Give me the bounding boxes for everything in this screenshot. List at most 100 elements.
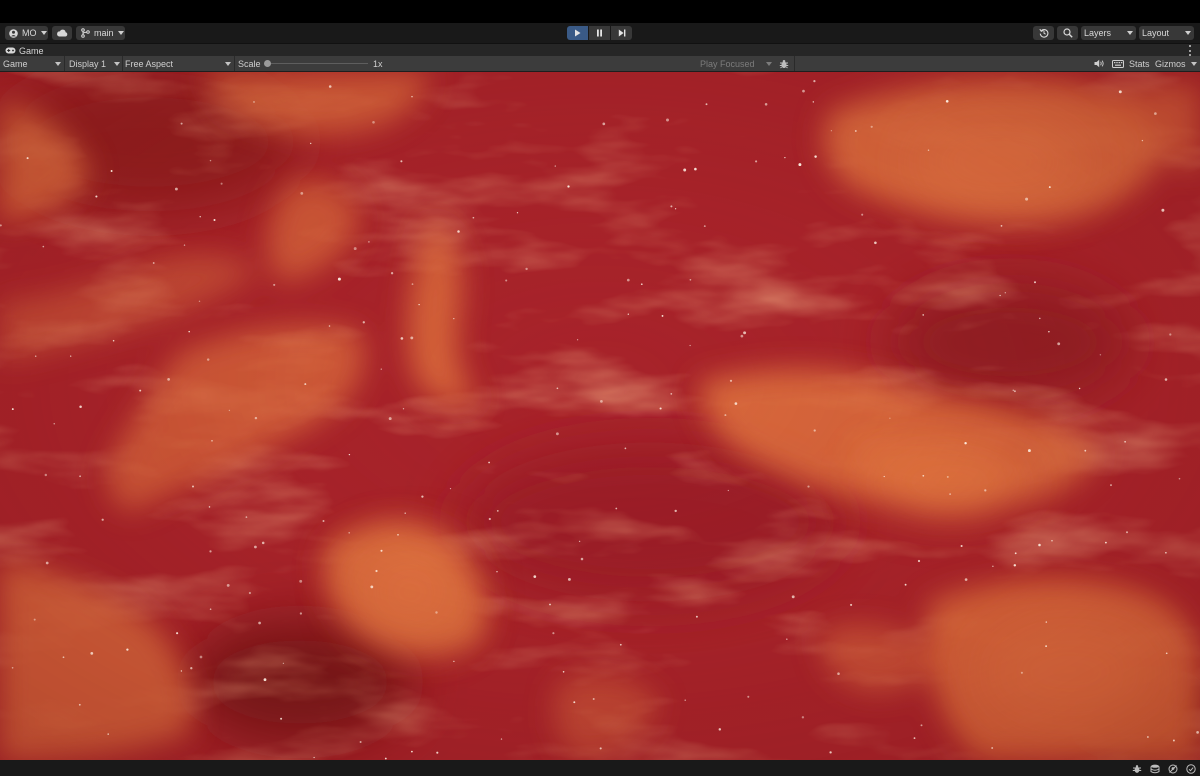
- star: [802, 89, 805, 93]
- star: [500, 738, 503, 740]
- star: [764, 103, 768, 106]
- star: [410, 336, 414, 340]
- star: [198, 300, 201, 303]
- star: [206, 358, 210, 361]
- star: [411, 283, 414, 285]
- star: [280, 717, 283, 720]
- layout-dropdown[interactable]: Layout: [1139, 26, 1194, 40]
- star: [624, 447, 627, 450]
- checkmark-icon[interactable]: [1185, 763, 1196, 774]
- star: [724, 414, 727, 417]
- branch-label: main: [94, 28, 114, 38]
- star: [949, 493, 951, 495]
- star: [505, 279, 508, 282]
- star: [248, 591, 251, 595]
- aspect-dropdown[interactable]: Free Aspect: [125, 56, 231, 71]
- star: [139, 389, 142, 392]
- pause-button[interactable]: [589, 26, 610, 40]
- star: [33, 618, 36, 621]
- star: [567, 185, 570, 188]
- star: [1161, 208, 1165, 212]
- play-icon: [574, 29, 581, 37]
- play-mode-dropdown[interactable]: Play Focused: [700, 56, 772, 71]
- divider: [234, 56, 235, 71]
- star: [755, 160, 758, 163]
- star: [228, 409, 231, 412]
- star: [670, 205, 673, 208]
- star: [273, 283, 276, 286]
- star: [813, 429, 816, 432]
- star: [1012, 389, 1015, 391]
- search-button[interactable]: [1057, 26, 1078, 40]
- star: [209, 550, 212, 553]
- star: [1045, 621, 1048, 623]
- star: [567, 577, 571, 581]
- star: [1147, 736, 1149, 738]
- account-dropdown[interactable]: MO: [5, 26, 48, 40]
- auto-generate-lighting-icon[interactable]: [1167, 763, 1178, 774]
- star: [1057, 342, 1061, 346]
- main-toolbar: MO main Layers Layout: [0, 23, 1200, 43]
- game-viewport[interactable]: [0, 72, 1200, 760]
- gizmos-dropdown[interactable]: Gizmos: [1155, 56, 1197, 71]
- chevron-down-icon: [55, 61, 61, 66]
- star: [254, 545, 257, 549]
- star: [418, 303, 420, 306]
- star: [666, 118, 669, 122]
- star: [174, 187, 178, 191]
- cloud-button[interactable]: [52, 26, 72, 40]
- star: [62, 656, 65, 659]
- star: [107, 733, 109, 735]
- layers-dropdown[interactable]: Layers: [1081, 26, 1136, 40]
- star: [337, 277, 341, 281]
- star: [436, 751, 439, 754]
- view-mode-dropdown[interactable]: Game: [3, 56, 61, 71]
- star: [421, 495, 424, 498]
- star: [683, 168, 687, 172]
- star: [282, 662, 285, 664]
- star: [78, 703, 81, 706]
- star: [554, 165, 556, 167]
- branch-dropdown[interactable]: main: [76, 26, 125, 40]
- star: [90, 652, 94, 655]
- star: [674, 208, 677, 210]
- stats-button[interactable]: Stats: [1129, 56, 1150, 71]
- debug-bug-icon[interactable]: [1131, 763, 1142, 774]
- star: [578, 540, 581, 543]
- star: [322, 520, 325, 522]
- star: [1013, 390, 1016, 393]
- scale-slider-thumb[interactable]: [264, 60, 271, 67]
- bug-toggle[interactable]: [778, 56, 789, 71]
- play-mode-label: Play Focused: [700, 58, 755, 69]
- layers-label: Layers: [1084, 28, 1112, 38]
- star: [370, 585, 374, 589]
- more-options-icon[interactable]: [1188, 45, 1192, 56]
- star: [300, 192, 304, 195]
- cache-server-icon[interactable]: [1149, 763, 1160, 774]
- star: [453, 660, 455, 663]
- undo-history-button[interactable]: [1033, 26, 1054, 40]
- star: [375, 569, 378, 573]
- account-icon: [9, 28, 18, 38]
- star: [747, 695, 750, 698]
- star: [1110, 484, 1112, 487]
- star: [79, 405, 82, 408]
- star: [1124, 441, 1126, 443]
- star: [180, 122, 183, 125]
- play-button[interactable]: [567, 26, 588, 40]
- star: [1169, 333, 1172, 336]
- star: [946, 475, 949, 478]
- divider: [794, 56, 795, 71]
- star: [807, 485, 810, 488]
- step-button[interactable]: [611, 26, 632, 40]
- scale-slider-track[interactable]: [268, 63, 368, 64]
- star: [830, 130, 833, 132]
- star: [1165, 652, 1168, 655]
- display-dropdown[interactable]: Display 1: [69, 56, 120, 71]
- search-icon: [1062, 28, 1073, 38]
- shortcuts-toggle[interactable]: [1111, 56, 1124, 71]
- mute-audio-toggle[interactable]: [1093, 56, 1105, 71]
- star: [1039, 317, 1041, 320]
- view-mode-label: Game: [3, 58, 28, 69]
- star: [368, 241, 370, 243]
